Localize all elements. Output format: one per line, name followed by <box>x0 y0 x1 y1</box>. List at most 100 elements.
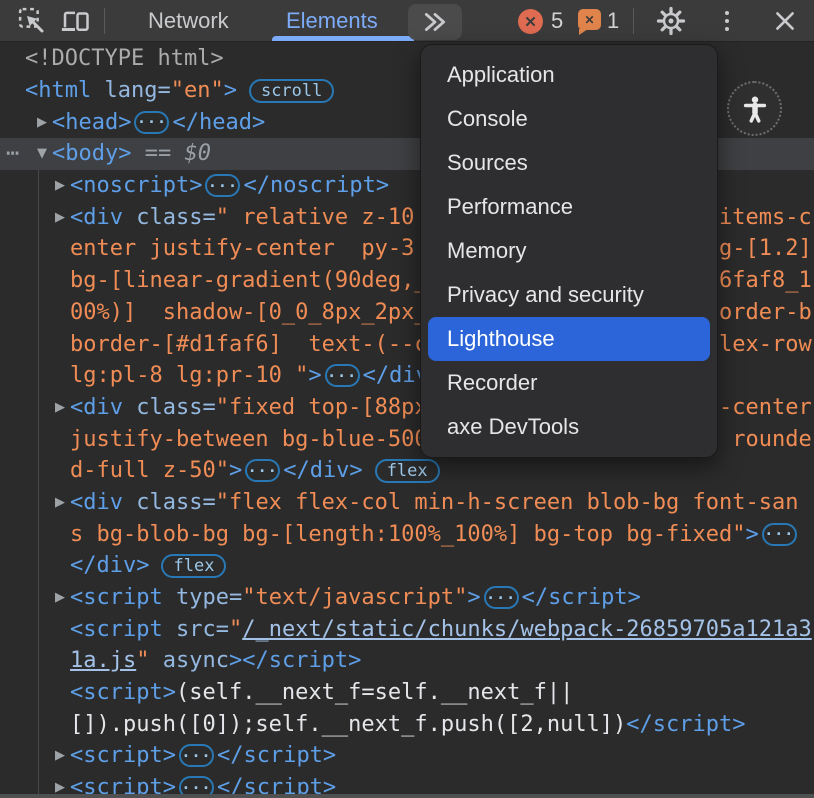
dom-line[interactable]: s bg-blob-bg bg-[length:100%_100%] bg-to… <box>0 518 814 550</box>
menu-item-console[interactable]: Console <box>421 97 717 141</box>
dom-line[interactable]: []).push([0]);self.__next_f.push([2,null… <box>0 708 814 740</box>
menu-item-sources[interactable]: Sources <box>421 141 717 185</box>
code-segment-val: s bg-blob-bg bg-[length:100%_100%] bg-to… <box>70 522 746 547</box>
device-toolbar-button[interactable] <box>56 0 94 42</box>
close-devtools-button[interactable] <box>768 0 802 42</box>
code-segment-tag: </head> <box>172 110 265 135</box>
expand-arrow-icon[interactable]: ▶ <box>51 780 69 795</box>
code-segment-val: "flex flex-col min-h-screen blob-bg font… <box>216 490 799 515</box>
inspect-element-button[interactable] <box>14 0 50 42</box>
more-tabs-button[interactable] <box>408 4 462 40</box>
code-segment-tag: > <box>229 458 242 483</box>
code-segment-link: /_next/static/chunks/webpack-26859705a12… <box>242 617 812 642</box>
dom-line[interactable]: d-full z-50">···</div> flex <box>0 455 814 487</box>
flex-badge[interactable]: flex <box>161 554 226 578</box>
code-segment-tag: > <box>308 363 321 388</box>
dom-line[interactable]: </div> flex <box>0 550 814 582</box>
code-segment-attr: async <box>149 648 228 673</box>
settings-button[interactable] <box>654 0 688 42</box>
code-segment-val: " <box>136 648 149 673</box>
error-count[interactable]: 5 <box>551 0 563 42</box>
expand-arrow-icon[interactable]: ▶ <box>51 495 69 510</box>
code-segment-tag: </div> <box>283 458 362 483</box>
expand-ellipsis-button[interactable]: ··· <box>245 459 280 482</box>
menu-item-application[interactable]: Application <box>421 53 717 97</box>
code-segment-tag: > <box>224 78 237 103</box>
code-segment-tag: <script <box>70 585 163 610</box>
code-segment-val: "text/javascript" <box>242 585 467 610</box>
dom-line[interactable]: ▶<script>···</script> <box>0 740 814 772</box>
code-segment-attr: class= <box>123 395 216 420</box>
dom-line[interactable]: ▶<script type="text/javascript">···</scr… <box>0 582 814 614</box>
toolbar-separator <box>104 8 105 34</box>
more-options-button[interactable] <box>712 0 742 42</box>
close-icon <box>772 8 798 34</box>
code-segment-val: "en" <box>171 78 224 103</box>
expand-ellipsis-button[interactable]: ··· <box>325 364 360 387</box>
dom-line[interactable]: 1a.js" async></script> <box>0 645 814 677</box>
code-segment-tag: > <box>746 522 759 547</box>
code-segment-tag: <div <box>70 205 123 230</box>
code-segment-tag: </script> <box>626 712 745 737</box>
expand-arrow-icon[interactable]: ▶ <box>51 210 69 225</box>
menu-item-recorder[interactable]: Recorder <box>421 361 717 405</box>
menu-item-axe-devtools[interactable]: axe DevTools <box>421 405 717 449</box>
gear-icon <box>656 6 686 36</box>
code-segment-attr: type= <box>163 585 242 610</box>
code-segment-tag: <div <box>70 490 123 515</box>
expand-ellipsis-button[interactable]: ··· <box>134 111 169 134</box>
menu-item-lighthouse[interactable]: Lighthouse <box>428 317 710 361</box>
code-segment-attr: src= <box>163 617 229 642</box>
menu-item-privacy-and-security[interactable]: Privacy and security <box>421 273 717 317</box>
panel-divider[interactable] <box>0 794 814 798</box>
code-segment-txt: (self.__next_f=self.__next_f|| <box>176 680 573 705</box>
code-segment-tag: <body> <box>52 141 131 166</box>
expand-arrow-icon[interactable]: ▶ <box>51 748 69 763</box>
accessibility-overlay-button[interactable] <box>727 81 782 136</box>
expand-arrow-icon[interactable]: ▶ <box>51 400 69 415</box>
code-segment-eq: == <box>131 141 184 166</box>
scroll-badge[interactable]: scroll <box>249 79 334 103</box>
menu-item-memory[interactable]: Memory <box>421 229 717 273</box>
code-segment-tag: ></script> <box>229 648 361 673</box>
devtools-menu: ApplicationConsoleSourcesPerformanceMemo… <box>420 44 718 458</box>
devtools-window: Network Elements ✕ 5 ✕ 1 <box>0 0 814 798</box>
code-segment-tag: </div> <box>70 553 149 578</box>
expand-arrow-icon[interactable]: ▶ <box>51 590 69 605</box>
selected-tab-indicator <box>272 36 414 41</box>
gutter-dots-icon[interactable]: ⋯ <box>6 141 20 166</box>
dom-line[interactable]: <script src="/_next/static/chunks/webpac… <box>0 613 814 645</box>
expand-ellipsis-button[interactable]: ··· <box>179 744 214 767</box>
dot <box>725 27 729 31</box>
code-segment-val: lg:pl-8 lg:pr-10 " <box>70 363 308 388</box>
code-segment-tag: <script> <box>70 680 176 705</box>
code-segment-dollar: $0 <box>184 141 211 166</box>
code-segment-tag: > <box>467 585 480 610</box>
dom-line[interactable]: <script>(self.__next_f=self.__next_f|| <box>0 677 814 709</box>
flex-badge[interactable]: flex <box>375 459 440 483</box>
expand-ellipsis-button[interactable]: ··· <box>484 586 519 609</box>
code-segment-tag: </noscript> <box>243 173 389 198</box>
menu-item-performance[interactable]: Performance <box>421 185 717 229</box>
dom-line[interactable]: ▶<div class="flex flex-col min-h-screen … <box>0 487 814 519</box>
expand-arrow-icon[interactable]: ▶ <box>33 115 51 130</box>
expand-ellipsis-button[interactable]: ··· <box>205 174 240 197</box>
toolbar-separator <box>633 8 634 34</box>
devtools-toolbar: Network Elements ✕ 5 ✕ 1 <box>0 0 814 42</box>
code-segment-gray: <!DOCTYPE html> <box>25 46 224 71</box>
code-segment-tag: <script <box>70 617 163 642</box>
code-segment-tag: </script> <box>217 743 336 768</box>
tab-network[interactable]: Network <box>148 0 229 42</box>
code-segment-tag: <head> <box>52 110 131 135</box>
accessibility-person-icon <box>740 94 770 124</box>
error-icon: ✕ <box>518 9 543 34</box>
code-segment-tag: </script> <box>522 585 641 610</box>
issue-count[interactable]: 1 <box>607 0 619 42</box>
expand-ellipsis-button[interactable]: ··· <box>762 523 797 546</box>
collapse-arrow-icon[interactable]: ▼ <box>33 146 51 161</box>
code-segment-val: d-full z-50" <box>70 458 229 483</box>
expand-arrow-icon[interactable]: ▶ <box>51 178 69 193</box>
code-segment-val: " <box>229 617 242 642</box>
code-segment-link: 1a.js <box>70 648 136 673</box>
code-segment-tag: <div <box>70 395 123 420</box>
